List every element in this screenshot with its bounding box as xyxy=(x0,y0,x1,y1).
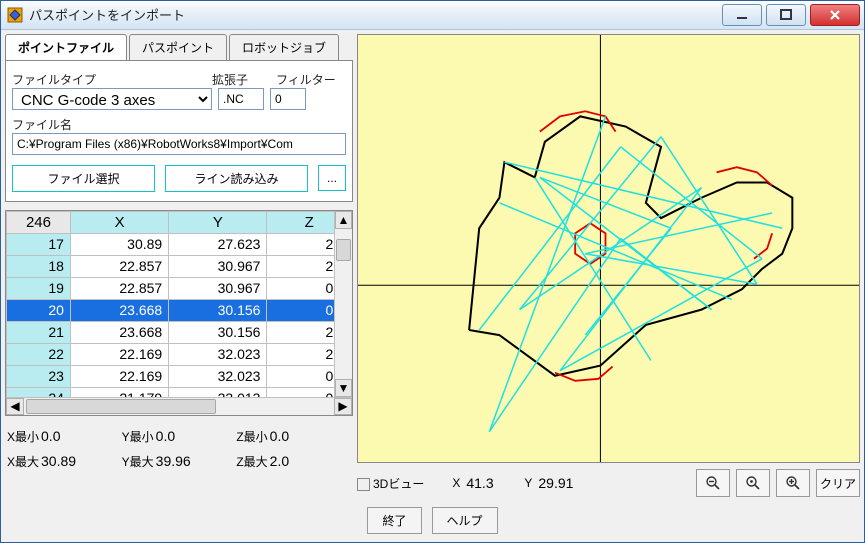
coord-y-label: Y xyxy=(524,476,532,490)
zoom-in-button[interactable] xyxy=(776,469,810,497)
titlebar: パスポイントをインポート xyxy=(1,1,864,30)
tab-body: ファイルタイプ 拡張子 フィルター CNC G-code 3 axes ファイル… xyxy=(5,60,353,202)
right-pane: 3Dビュー X 41.3 Y 29.91 クリア xyxy=(357,34,860,497)
data-table[interactable]: 246 X Y Z 1730.8927.6232.01822.85730.967… xyxy=(6,211,352,410)
ymax-value: 39.96 xyxy=(156,453,191,469)
preview-canvas[interactable] xyxy=(357,34,860,463)
hscroll-thumb[interactable] xyxy=(26,399,216,414)
filename-input[interactable] xyxy=(12,133,346,155)
table-row[interactable]: 1922.85730.9670.0 xyxy=(7,277,352,299)
app-icon xyxy=(7,7,23,23)
help-button[interactable]: ヘルプ xyxy=(432,507,498,534)
xmin-value: 0.0 xyxy=(41,428,60,444)
xmax-value: 30.89 xyxy=(41,453,76,469)
clear-button[interactable]: クリア xyxy=(816,469,860,497)
scroll-left-icon[interactable]: ◀ xyxy=(6,398,24,415)
col-x[interactable]: X xyxy=(70,211,168,233)
tab-point-file[interactable]: ポイントファイル xyxy=(5,34,127,60)
zmax-value: 2.0 xyxy=(270,453,289,469)
zoom-out-button[interactable] xyxy=(696,469,730,497)
line-load-button[interactable]: ライン読み込み xyxy=(165,165,308,192)
close-button[interactable] xyxy=(810,4,860,26)
left-pane: ポイントファイル パスポイント ロボットジョブ ファイルタイプ 拡張子 フィルタ… xyxy=(5,34,353,497)
coord-x-value: 41.3 xyxy=(466,475,518,491)
zmin-label: Z最小 xyxy=(236,430,267,444)
table-row[interactable]: 2322.16932.0230.0 xyxy=(7,365,352,387)
table-corner: 246 xyxy=(7,211,71,233)
scroll-down-icon[interactable]: ▼ xyxy=(335,379,352,397)
xmax-label: X最大 xyxy=(7,455,39,469)
data-table-wrap: 246 X Y Z 1730.8927.6232.01822.85730.967… xyxy=(5,210,353,416)
xmin-label: X最小 xyxy=(7,430,39,444)
stats-grid: X最小0.0 Y最小0.0 Z最小0.0 X最大30.89 Y最大39.96 Z… xyxy=(5,424,353,474)
tab-robot-job[interactable]: ロボットジョブ xyxy=(229,34,339,60)
canvas-toolbar: 3Dビュー X 41.3 Y 29.91 クリア xyxy=(357,469,860,497)
ymax-label: Y最大 xyxy=(122,455,154,469)
scroll-thumb[interactable] xyxy=(336,239,351,261)
client-area: ポイントファイル パスポイント ロボットジョブ ファイルタイプ 拡張子 フィルタ… xyxy=(1,30,864,501)
vertical-scrollbar[interactable]: ▲ ▼ xyxy=(334,211,352,397)
ymin-value: 0.0 xyxy=(156,428,175,444)
zmin-value: 0.0 xyxy=(270,428,289,444)
tab-bar: ポイントファイル パスポイント ロボットジョブ xyxy=(5,34,353,60)
label-ext: 拡張子 xyxy=(212,71,276,88)
table-row[interactable]: 2023.66830.1560.0 xyxy=(7,299,352,321)
table-row[interactable]: 1730.8927.6232.0 xyxy=(7,233,352,255)
table-row[interactable]: 2123.66830.1562.0 xyxy=(7,321,352,343)
window-buttons xyxy=(722,4,864,26)
tab-path-point[interactable]: パスポイント xyxy=(129,34,227,60)
minimize-button[interactable] xyxy=(722,4,762,26)
horizontal-scrollbar[interactable]: ◀ ▶ xyxy=(6,397,352,415)
ymin-label: Y最小 xyxy=(122,430,154,444)
label-filename: ファイル名 xyxy=(12,116,346,133)
browse-button[interactable]: ... xyxy=(318,165,346,191)
table-row[interactable]: 2222.16932.0232.0 xyxy=(7,343,352,365)
zmax-label: Z最大 xyxy=(236,455,267,469)
footer: 終了 ヘルプ xyxy=(1,501,864,542)
table-row[interactable]: 1822.85730.9672.0 xyxy=(7,255,352,277)
label-filter: フィルター xyxy=(276,71,336,88)
label-filetype: ファイルタイプ xyxy=(12,71,212,88)
coord-x-label: X xyxy=(452,476,460,490)
zoom-fit-button[interactable] xyxy=(736,469,770,497)
window-title: パスポイントをインポート xyxy=(29,5,722,24)
view3d-checkbox[interactable]: 3Dビュー xyxy=(357,475,424,492)
scroll-right-icon[interactable]: ▶ xyxy=(334,398,352,415)
ext-input[interactable] xyxy=(218,88,264,110)
exit-button[interactable]: 終了 xyxy=(367,507,421,534)
filetype-select[interactable]: CNC G-code 3 axes xyxy=(12,88,212,110)
toolpath-plot xyxy=(358,35,859,462)
col-y[interactable]: Y xyxy=(169,211,267,233)
window: パスポイントをインポート ポイントファイル パスポイント ロボットジョブ ファイ… xyxy=(0,0,865,543)
maximize-button[interactable] xyxy=(766,4,806,26)
file-select-button[interactable]: ファイル選択 xyxy=(12,165,155,192)
coord-y-value: 29.91 xyxy=(538,475,590,491)
filter-input[interactable] xyxy=(270,88,306,110)
scroll-up-icon[interactable]: ▲ xyxy=(335,211,352,229)
